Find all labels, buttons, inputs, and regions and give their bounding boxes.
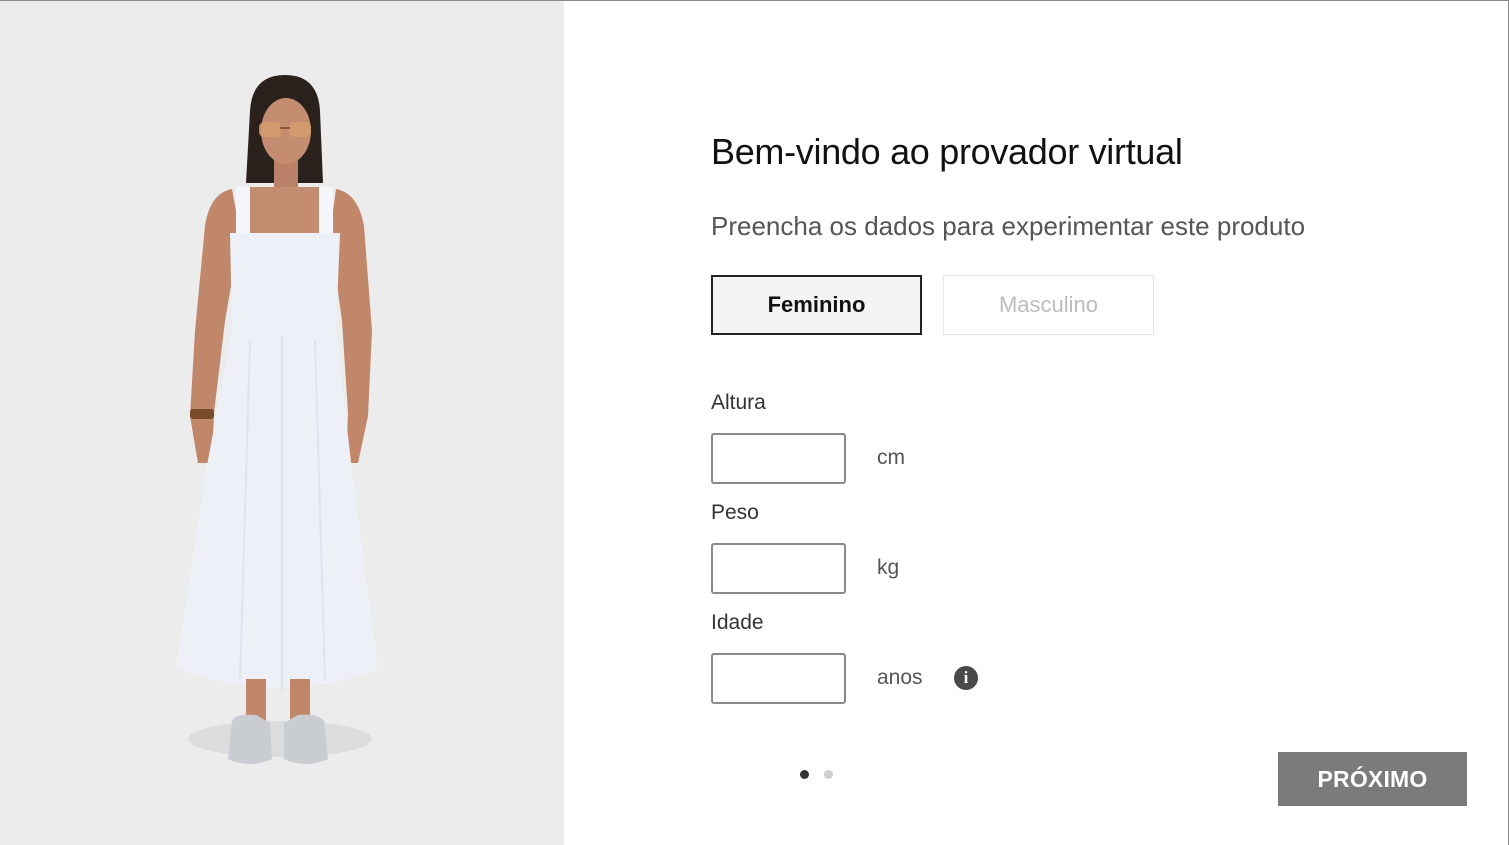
age-label: Idade [711,611,764,634]
product-model-image [176,75,378,764]
next-button[interactable]: PRÓXIMO [1278,752,1467,806]
age-unit: anos [877,666,923,689]
pagination-dot-active[interactable] [800,770,809,779]
weight-label: Peso [711,501,759,524]
weight-unit: kg [877,556,900,579]
age-input[interactable] [711,653,846,704]
height-label: Altura [711,391,766,414]
page-title: Bem-vindo ao provador virtual [711,131,1183,172]
height-input[interactable] [711,433,846,484]
pagination-dot[interactable] [824,770,833,779]
weight-input[interactable] [711,543,846,594]
page-subtitle: Preencha os dados para experimentar este… [711,211,1306,241]
fitting-form-panel: Bem-vindo ao provador virtual Preencha o… [564,1,1508,845]
product-image-panel [0,1,564,845]
gender-option-male[interactable]: Masculino [943,275,1154,335]
info-icon[interactable]: i [954,666,978,690]
height-unit: cm [877,446,905,469]
gender-option-female[interactable]: Feminino [711,275,922,335]
